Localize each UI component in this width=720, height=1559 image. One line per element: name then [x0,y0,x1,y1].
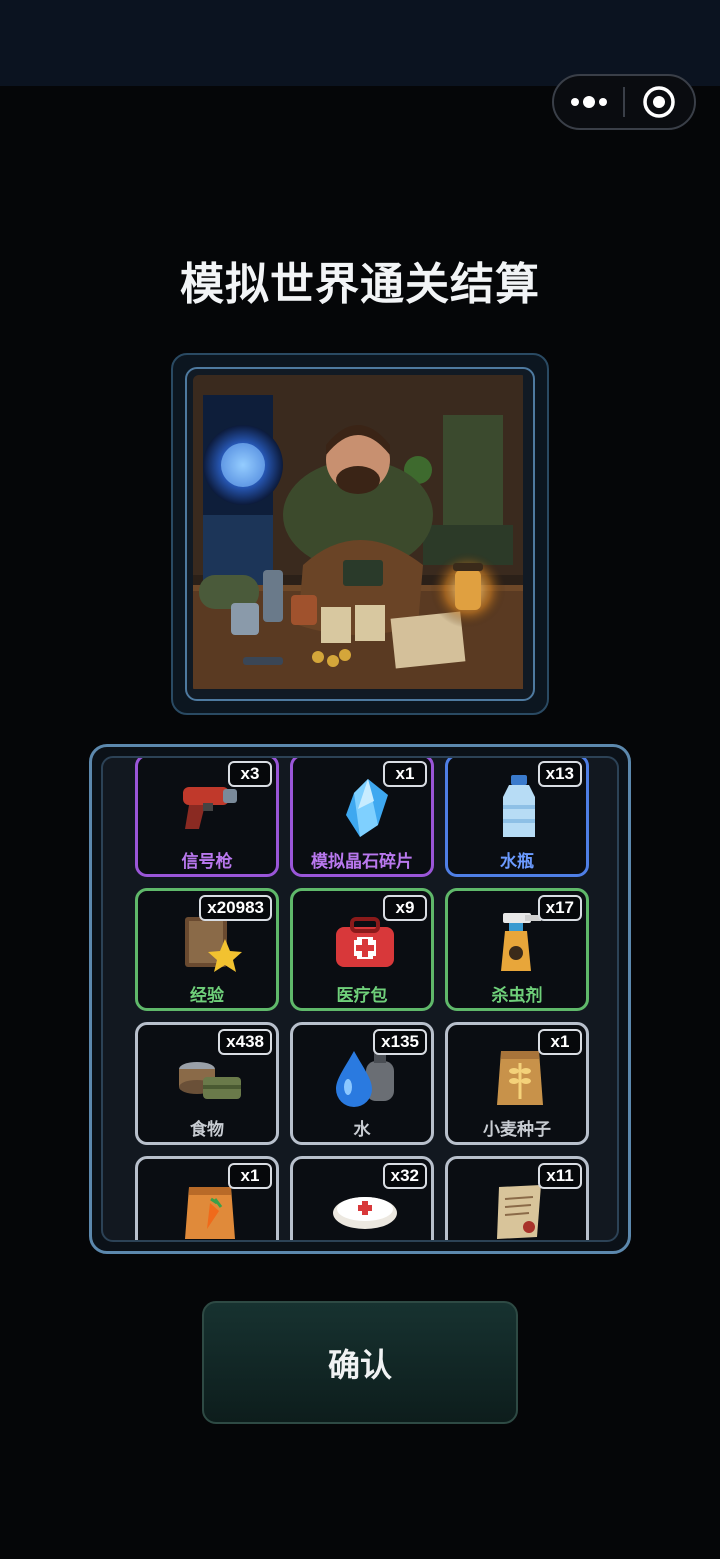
item-name: 食物 [190,1120,224,1139]
quantity-badge: x11 [538,1163,582,1189]
quantity-badge: x3 [228,761,272,787]
quantity-badge: x1 [228,1163,272,1189]
quantity-badge: x17 [537,895,582,921]
rewards-grid: x3 信号枪 x1 模拟晶石碎片 x13 水瓶 x20983 经验 x9 医疗包… [135,758,589,1240]
reward-illustration-frame [171,353,549,715]
quantity-badge: x1 [538,1029,582,1055]
item-slot-experience[interactable]: x20983 经验 [135,888,279,1011]
quantity-badge: x13 [537,761,582,787]
quantity-badge: x438 [218,1029,272,1055]
item-slot-food[interactable]: x438 食物 [135,1022,279,1145]
survivor-illustration [193,375,527,693]
item-slot-insecticide[interactable]: x17 杀虫剂 [445,888,589,1011]
rewards-panel: x3 信号枪 x1 模拟晶石碎片 x13 水瓶 x20983 经验 x9 医疗包… [89,744,631,1254]
item-name: 模拟晶石碎片 [311,852,413,871]
item-slot-water[interactable]: x135 水 [290,1022,434,1145]
confirm-button[interactable]: 确认 [202,1301,518,1424]
item-slot-crystal-shard[interactable]: x1 模拟晶石碎片 [290,758,434,877]
page-title: 模拟世界通关结算 [180,260,540,309]
item-name: 小麦种子 [483,1120,551,1139]
mini-program-capsule [552,74,696,130]
more-dots-icon[interactable] [554,76,623,128]
rewards-scroll-area[interactable]: x3 信号枪 x1 模拟晶石碎片 x13 水瓶 x20983 经验 x9 医疗包… [101,756,619,1242]
item-name: 经验 [190,986,224,1005]
item-slot-water-bottle[interactable]: x13 水瓶 [445,758,589,877]
quantity-badge: x20983 [199,895,272,921]
item-name: 信号枪 [181,852,233,871]
item-name: 杀虫剂 [491,986,543,1005]
item-name: 水 [353,1120,371,1139]
item-slot-scroll[interactable]: x11 [445,1156,589,1240]
item-slot-wheat-seed[interactable]: x1 小麦种子 [445,1022,589,1145]
item-slot-bandage[interactable]: x32 [290,1156,434,1240]
item-slot-medkit[interactable]: x9 医疗包 [290,888,434,1011]
item-slot-flare-gun[interactable]: x3 信号枪 [135,758,279,877]
item-name: 医疗包 [336,986,388,1005]
quantity-badge: x9 [383,895,427,921]
quantity-badge: x135 [373,1029,427,1055]
item-slot-carrot-seed[interactable]: x1 [135,1156,279,1240]
item-name: 水瓶 [500,852,534,871]
quantity-badge: x32 [382,1163,427,1189]
quantity-badge: x1 [383,761,427,787]
target-close-icon[interactable] [625,76,694,128]
